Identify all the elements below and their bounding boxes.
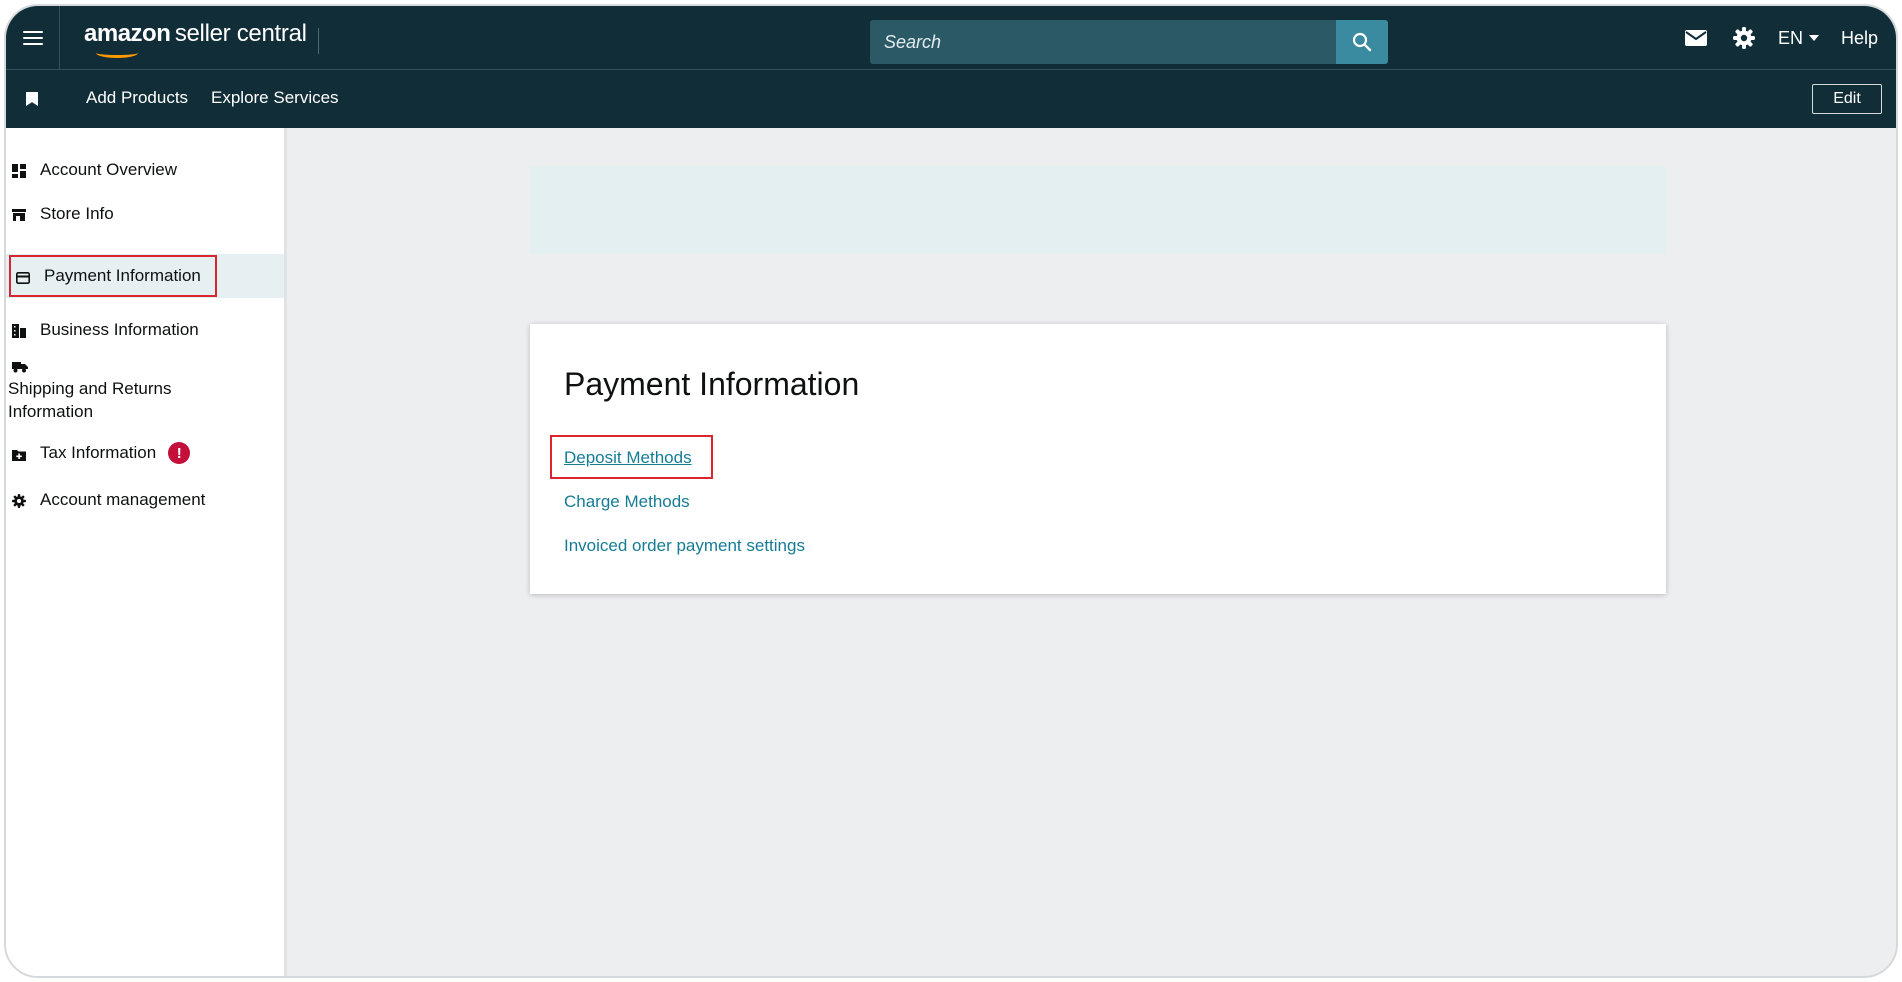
store-icon — [12, 207, 26, 221]
amazon-smile-icon — [96, 48, 138, 58]
sidebar-item-payment-information[interactable]: Payment Information — [6, 254, 284, 298]
sidebar-item-business-information[interactable]: Business Information — [6, 316, 284, 344]
card-icon — [16, 269, 30, 284]
top-navigation-bar: amazon seller central Search EN Help — [6, 6, 1896, 70]
add-products-link[interactable]: Add Products — [86, 88, 188, 108]
dashboard-icon — [12, 163, 26, 178]
search-icon — [1352, 32, 1372, 52]
app-window: amazon seller central Search EN Help Add… — [4, 4, 1898, 978]
gear-icon — [1732, 27, 1755, 49]
hamburger-icon — [22, 31, 43, 45]
help-link[interactable]: Help — [1829, 6, 1896, 70]
sidebar-item-account-management[interactable]: Account management — [6, 486, 284, 514]
sidebar-item-store-info[interactable]: Store Info — [6, 200, 284, 228]
header-actions: EN Help — [1672, 6, 1896, 70]
language-label: EN — [1777, 27, 1803, 48]
folder-plus-icon — [12, 446, 26, 461]
truck-icon — [12, 358, 28, 373]
search-button[interactable] — [1336, 20, 1388, 64]
hamburger-menu-button[interactable] — [6, 6, 60, 70]
building-icon — [12, 323, 26, 338]
gear-icon — [12, 493, 26, 508]
logo-divider — [318, 28, 319, 54]
deposit-methods-link[interactable]: Deposit Methods — [564, 448, 692, 468]
bookmarks-bar: Add Products Explore Services Edit — [6, 70, 1896, 128]
seller-central-logo[interactable]: amazon seller central — [84, 20, 307, 58]
sidebar-item-tax-information[interactable]: Tax Information ! — [6, 438, 284, 468]
chevron-down-icon — [1808, 35, 1819, 41]
messages-button[interactable] — [1672, 6, 1720, 70]
charge-methods-link[interactable]: Charge Methods — [564, 492, 690, 512]
mail-icon — [1684, 30, 1707, 46]
sidebar-item-label: Tax Information — [40, 443, 157, 462]
settings-button[interactable] — [1720, 6, 1768, 70]
sidebar-item-shipping-returns[interactable]: Shipping and Returns Information — [6, 358, 284, 428]
highlight-box — [9, 255, 217, 297]
edit-button[interactable]: Edit — [1812, 84, 1882, 114]
sidebar-item-label: Account management — [40, 490, 206, 509]
language-selector[interactable]: EN — [1768, 6, 1829, 70]
sidebar-item-label: Shipping and Returns Information — [8, 379, 172, 421]
search-input[interactable] — [870, 20, 1336, 64]
invoiced-order-payment-settings-link[interactable]: Invoiced order payment settings — [564, 536, 805, 556]
sidebar-item-label: Account Overview — [40, 160, 177, 179]
info-banner — [530, 166, 1666, 254]
explore-services-link[interactable]: Explore Services — [211, 88, 339, 108]
sidebar-item-account-overview[interactable]: Account Overview — [6, 156, 284, 184]
sidebar-item-label: Store Info — [40, 204, 114, 223]
search-box — [870, 20, 1388, 64]
settings-sidebar: Account Overview Store Info Payment Info… — [6, 128, 287, 976]
logo-seller-central-text: seller central — [174, 20, 307, 47]
sidebar-item-label: Business Information — [40, 320, 199, 339]
payment-information-card: Payment Information Deposit Methods Char… — [530, 324, 1666, 594]
bookmark-icon[interactable] — [26, 92, 38, 106]
alert-badge: ! — [168, 442, 191, 464]
page-title: Payment Information — [564, 366, 860, 402]
logo-amazon-text: amazon — [84, 20, 171, 47]
